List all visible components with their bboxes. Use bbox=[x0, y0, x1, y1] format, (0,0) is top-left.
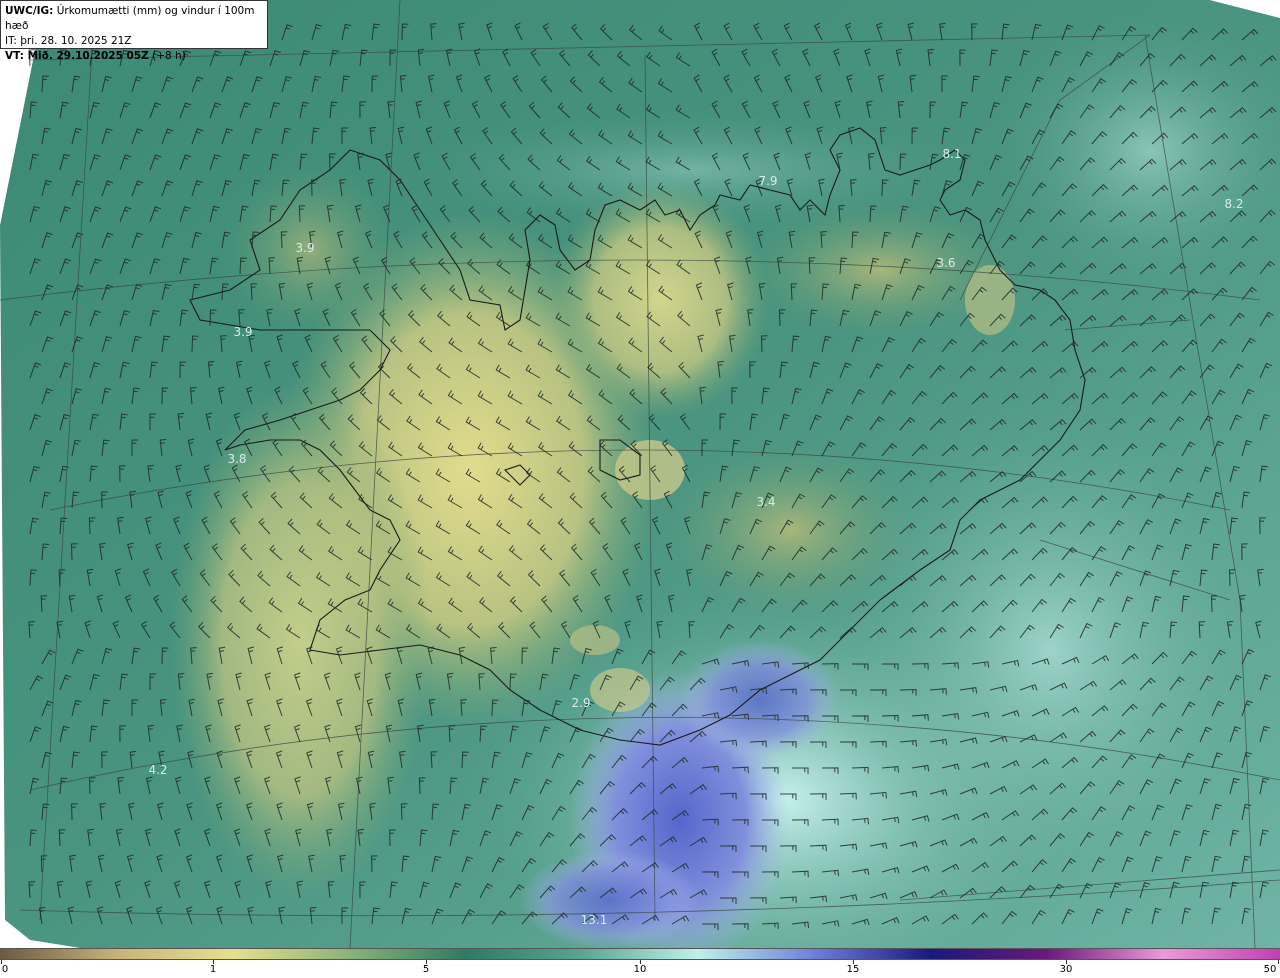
map-label-3-9-b: 3.9 bbox=[233, 325, 253, 339]
colorbar-label-15: 15 bbox=[846, 964, 860, 975]
title-box: UWC/IG: Úrkomumætti (mm) og vindur í 100… bbox=[0, 0, 268, 62]
map-label-7-9: 7.9 bbox=[758, 174, 778, 188]
colorbar-label-5: 5 bbox=[422, 964, 430, 975]
colorbar-label-10: 10 bbox=[633, 964, 647, 975]
colorbar-label-0: 0 bbox=[1, 964, 9, 975]
map-label-8-1: 8.1 bbox=[942, 147, 962, 161]
colorbar-strip bbox=[0, 948, 1280, 960]
valid-time: VT: Mið. 29.10.2025 05Z bbox=[5, 50, 149, 62]
colorbar-tick-50 bbox=[1278, 960, 1279, 964]
map-label-8-2: 8.2 bbox=[1224, 197, 1244, 211]
colorbar-label-50: 50 bbox=[1263, 964, 1277, 975]
init-time: IT: þri. 28. 10. 2025 21Z bbox=[5, 35, 132, 47]
map-label-3-8: 3.8 bbox=[227, 452, 247, 466]
map-label-4-2: 4.2 bbox=[148, 763, 168, 777]
forecast-offset: (+8 h) bbox=[152, 50, 186, 62]
colorbar-label-1: 1 bbox=[209, 964, 217, 975]
valid-time-line: VT: Mið. 29.10.2025 05Z (+8 h) bbox=[5, 49, 263, 64]
precipitation-wind-map bbox=[0, 0, 1280, 948]
colorbar: 0 1 5 10 15 30 50 bbox=[0, 948, 1280, 978]
map-label-3-9-a: 3.9 bbox=[295, 241, 315, 255]
model-name: UWC/IG: bbox=[5, 5, 54, 17]
map-label-3-6: 3.6 bbox=[936, 256, 956, 270]
map-label-3-4: 3.4 bbox=[756, 495, 776, 509]
colorbar-label-30: 30 bbox=[1059, 964, 1073, 975]
map-label-13-1: 13.1 bbox=[580, 913, 608, 927]
title-line-1: UWC/IG: Úrkomumætti (mm) og vindur í 100… bbox=[5, 4, 263, 34]
map-label-2-9: 2.9 bbox=[571, 696, 591, 710]
